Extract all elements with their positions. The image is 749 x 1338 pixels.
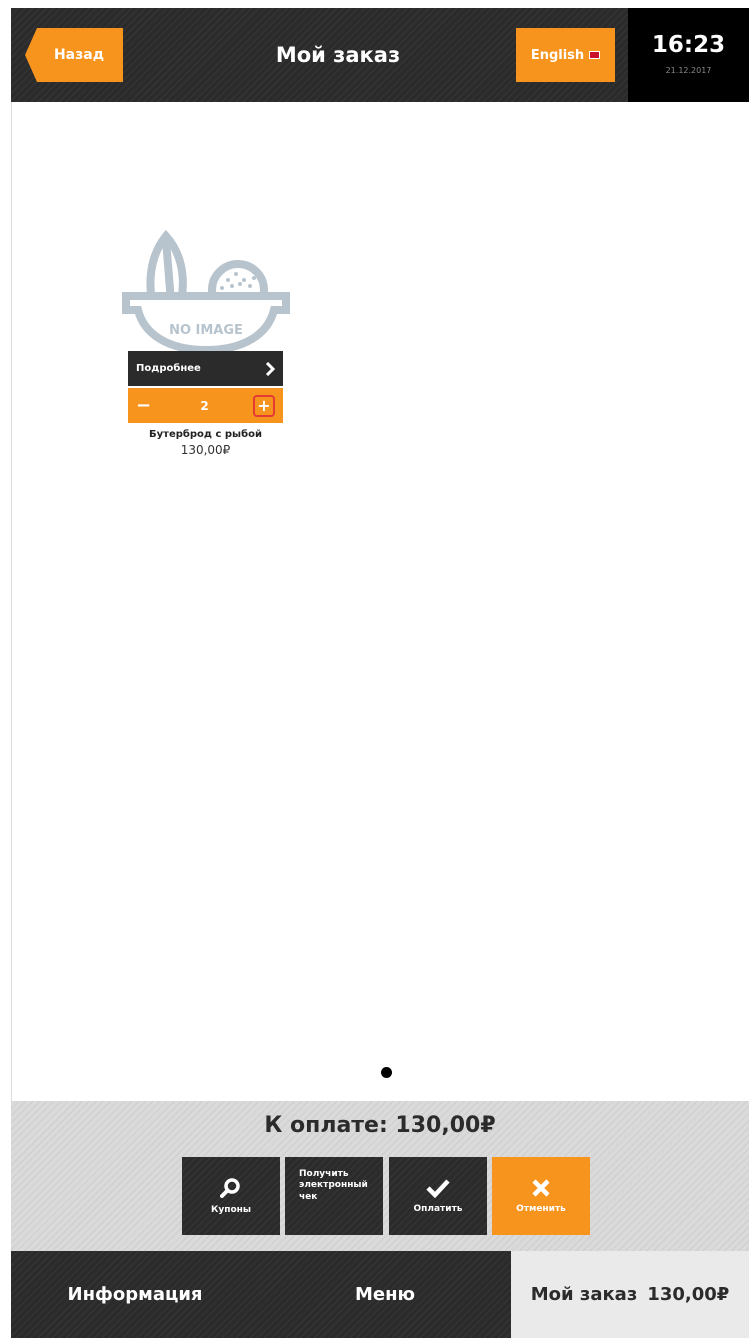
close-icon <box>532 1179 550 1197</box>
amount-due: К оплате: 130,00₽ <box>264 1113 496 1138</box>
quantity-value: 2 <box>200 398 209 413</box>
nav-info[interactable]: Информация <box>11 1251 259 1338</box>
clock-time: 16:23 <box>651 32 726 58</box>
payment-panel: К оплате: 130,00₽ Купоны Получить электр… <box>11 1101 749 1251</box>
no-image-placeholder-icon: NO IMAGE <box>122 229 290 355</box>
order-content: NO IMAGE Подробнее − 2 + Бутерброд с рыб… <box>11 102 749 1101</box>
cancel-label: Отменить <box>516 1204 566 1214</box>
cancel-button[interactable]: Отменить <box>492 1157 590 1235</box>
increase-quantity-button[interactable]: + <box>252 394 275 417</box>
product-name: Бутерброд с рыбой <box>149 429 262 440</box>
nav-my-order[interactable]: Мой заказ 130,00₽ <box>511 1251 749 1338</box>
checkmark-icon <box>426 1179 450 1198</box>
bottom-navigation: Информация Меню Мой заказ 130,00₽ <box>11 1251 749 1338</box>
coupons-label: Купоны <box>211 1205 251 1215</box>
back-button[interactable]: Назад <box>25 28 123 82</box>
clock-date: 21.12.2017 <box>665 66 712 75</box>
page-title: Мой заказ <box>275 43 401 67</box>
language-label: English <box>530 47 585 63</box>
details-label: Подробнее <box>136 363 201 374</box>
coupons-button[interactable]: Купоны <box>182 1157 280 1235</box>
e-receipt-label: Получить электронный чек <box>299 1169 368 1202</box>
chevron-right-icon <box>265 361 275 376</box>
nav-menu[interactable]: Меню <box>259 1251 511 1338</box>
top-bar: Назад Мой заказ English 16:23 21.12.2017 <box>11 8 749 102</box>
page-indicator-dot <box>381 1067 392 1078</box>
pay-label: Оплатить <box>413 1204 463 1214</box>
clock: 16:23 21.12.2017 <box>628 8 749 102</box>
nav-my-order-total: 130,00₽ <box>647 1284 730 1305</box>
quantity-stepper: − 2 + <box>128 388 283 423</box>
search-icon <box>220 1178 240 1198</box>
product-price: 130,00₽ <box>180 443 231 457</box>
language-button[interactable]: English <box>516 28 615 82</box>
nav-my-order-label: Мой заказ <box>530 1284 638 1305</box>
details-button[interactable]: Подробнее <box>128 351 283 386</box>
e-receipt-button[interactable]: Получить электронный чек <box>285 1157 383 1235</box>
order-item: NO IMAGE Подробнее − 2 + Бутерброд с рыб… <box>122 222 290 457</box>
no-image-text: NO IMAGE <box>169 323 243 338</box>
pay-button[interactable]: Оплатить <box>389 1157 487 1235</box>
uk-flag-icon <box>589 51 601 59</box>
decrease-quantity-button[interactable]: − <box>136 395 156 416</box>
